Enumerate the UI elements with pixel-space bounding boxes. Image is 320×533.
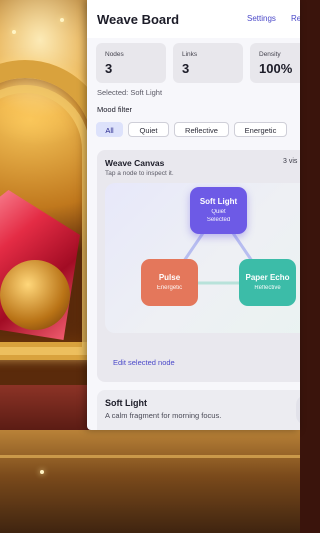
velvet-cushion: [0, 385, 100, 430]
node-mood: Quiet: [211, 209, 226, 215]
filter-chip-quiet[interactable]: Quiet: [128, 122, 169, 137]
detail-title: Soft Light: [105, 398, 147, 408]
treasure-chest: [0, 430, 300, 533]
node-soft-light[interactable]: Soft Light Quiet Selected: [190, 187, 247, 234]
detail-action-button[interactable]: A: [296, 395, 300, 425]
node-title: Soft Light: [199, 197, 238, 206]
node-mood: Energetic: [156, 285, 183, 291]
node-paper-echo[interactable]: Paper Echo Reflective: [239, 259, 296, 306]
settings-link[interactable]: Settings: [247, 14, 276, 23]
stat-value: 3: [105, 61, 113, 76]
nav-link-re[interactable]: Re: [291, 14, 300, 23]
stat-label: Density: [259, 51, 281, 58]
filter-chip-energetic[interactable]: Energetic: [234, 122, 287, 137]
stat-card-density: Density 100%: [250, 43, 300, 83]
stat-value: 3: [182, 61, 190, 76]
selection-status: Selected: Soft Light: [97, 88, 163, 97]
filter-chip-reflective[interactable]: Reflective: [174, 122, 229, 137]
golden-orb: [0, 260, 70, 330]
node-title: Pulse: [158, 273, 181, 282]
top-bar: Weave Board Settings Re: [87, 0, 300, 38]
page-title: Weave Board: [97, 12, 180, 27]
sparkle: [12, 30, 16, 34]
stat-card-nodes: Nodes 3: [96, 43, 166, 83]
node-pulse[interactable]: Pulse Energetic: [141, 259, 198, 306]
edit-selected-node-link[interactable]: Edit selected node: [113, 358, 175, 367]
filter-chip-all[interactable]: All: [96, 122, 123, 137]
node-mood: Reflective: [254, 285, 281, 291]
canvas-hint: Tap a node to inspect it.: [105, 170, 174, 177]
stat-label: Nodes: [105, 51, 124, 58]
weave-canvas-card: Weave Canvas Tap a node to inspect it. 3…: [97, 150, 300, 382]
stat-label: Links: [182, 51, 198, 58]
mood-filter-label: Mood filter: [97, 105, 133, 114]
stat-value: 100%: [259, 61, 293, 76]
sparkle: [40, 470, 44, 474]
node-state: Selected: [206, 217, 231, 223]
node-detail-card: Soft Light A calm fragment for morning f…: [97, 390, 300, 430]
weave-board-panel: Weave Board Settings Re Nodes 3 Links 3 …: [87, 0, 300, 430]
detail-description: A calm fragment for morning focus.: [105, 411, 222, 420]
node-graph[interactable]: Soft Light Quiet Selected Pulse Energeti…: [105, 183, 300, 333]
canvas-title: Weave Canvas: [105, 158, 165, 168]
stat-card-links: Links 3: [173, 43, 243, 83]
visible-count: 3 vis: [283, 158, 298, 165]
chest-trim: [0, 455, 300, 458]
node-title: Paper Echo: [245, 273, 290, 282]
sparkle: [60, 18, 64, 22]
